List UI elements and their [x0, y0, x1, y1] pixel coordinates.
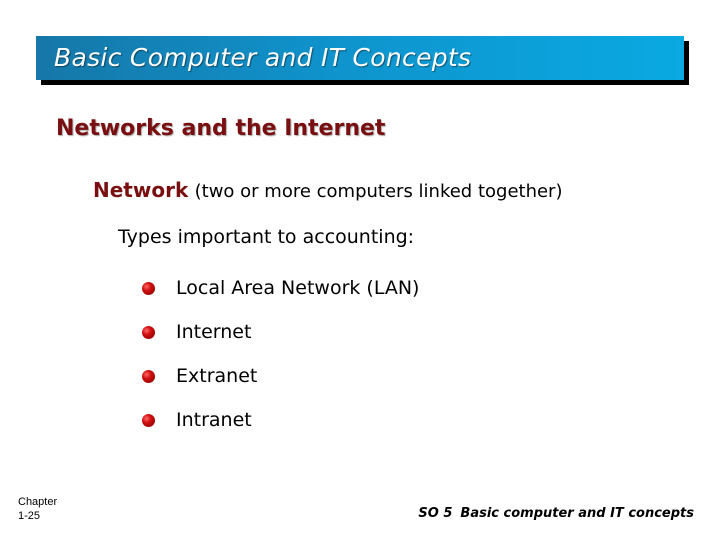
list-item-label: Local Area Network (LAN) — [176, 277, 420, 299]
types-intro: Types important to accounting: — [118, 226, 415, 248]
bullet-icon — [142, 413, 155, 427]
list-item: Extranet — [142, 354, 419, 398]
slide-title: Basic Computer and IT Concepts — [54, 43, 472, 72]
study-objective-text: Basic computer and IT concepts — [460, 506, 694, 521]
network-term: Network — [93, 178, 189, 202]
network-definition: (two or more computers linked together) — [194, 181, 563, 202]
footer-study-objective: SO 5 Basic computer and IT concepts — [418, 506, 694, 521]
bullet-icon — [142, 281, 155, 295]
list-item-label: Extranet — [176, 365, 258, 387]
list-item: Internet — [142, 310, 419, 354]
list-item: Intranet — [142, 398, 419, 442]
list-item: Local Area Network (LAN) — [142, 266, 419, 310]
bullet-icon — [142, 325, 155, 339]
list-item-label: Internet — [176, 321, 252, 343]
title-bar: Basic Computer and IT Concepts — [36, 36, 684, 80]
footer-chapter: Chapter 1-25 — [18, 495, 57, 523]
study-objective-number: SO 5 — [418, 506, 453, 521]
network-types-list: Local Area Network (LAN) Internet Extran… — [142, 266, 419, 442]
network-definition-line: Network (two or more computers linked to… — [93, 178, 562, 202]
page-number: 1-25 — [18, 510, 41, 522]
bullet-icon — [142, 369, 155, 383]
chapter-label: Chapter — [18, 496, 58, 508]
list-item-label: Intranet — [176, 409, 252, 431]
section-heading: Networks and the Internet — [56, 116, 386, 141]
